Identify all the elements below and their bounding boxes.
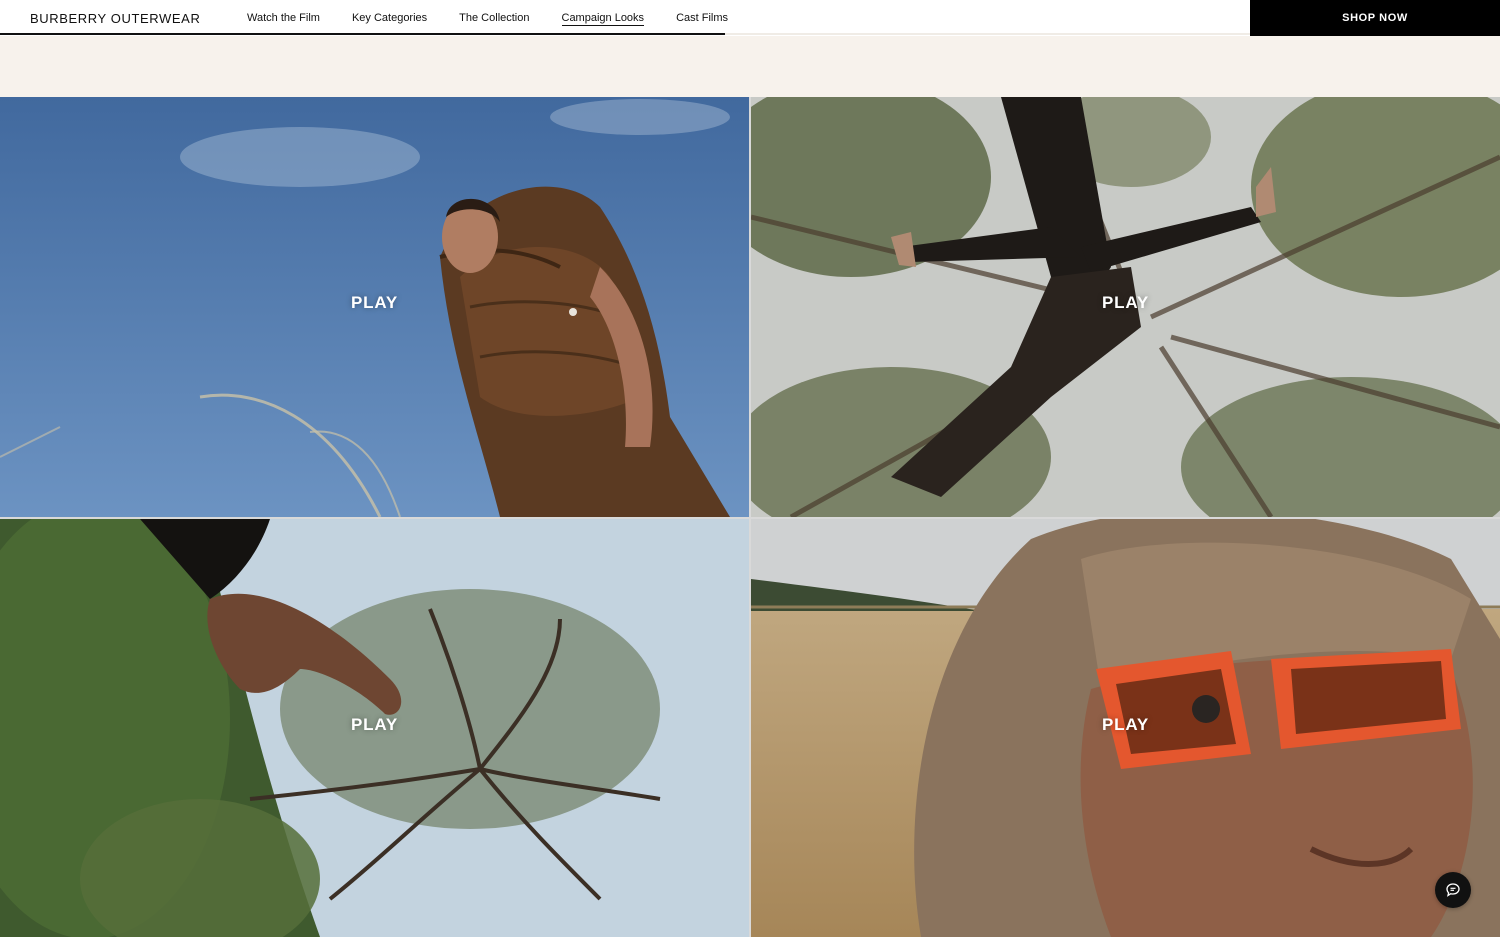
nav-item-key-categories[interactable]: Key Categories	[352, 0, 427, 36]
video-tile-2[interactable]: PLAY	[751, 97, 1500, 517]
chat-button[interactable]	[1435, 872, 1471, 908]
play-label-2[interactable]: PLAY	[751, 293, 1500, 313]
chat-bubble-icon	[1446, 883, 1460, 897]
play-label-3[interactable]: PLAY	[0, 715, 749, 735]
video-tile-4[interactable]: PLAY	[751, 519, 1500, 937]
nav-item-watch-the-film[interactable]: Watch the Film	[247, 0, 320, 36]
top-navigation-bar: BURBERRY OUTERWEAR Watch the Film Key Ca…	[0, 0, 1500, 36]
brand-logo[interactable]: BURBERRY OUTERWEAR	[30, 11, 200, 26]
nav-item-campaign-looks[interactable]: Campaign Looks	[561, 0, 645, 36]
campaign-looks-grid: PLAY PLAY PLAY PLAY	[0, 97, 1500, 937]
nav-item-the-collection[interactable]: The Collection	[459, 0, 529, 36]
section-spacer	[0, 36, 1500, 97]
shop-now-button[interactable]: SHOP NOW	[1250, 0, 1500, 36]
video-tile-3[interactable]: PLAY	[0, 519, 749, 937]
section-nav: Watch the Film Key Categories The Collec…	[247, 0, 760, 36]
play-label-4[interactable]: PLAY	[751, 715, 1500, 735]
nav-item-cast-films[interactable]: Cast Films	[676, 0, 728, 36]
video-tile-1[interactable]: PLAY	[0, 97, 749, 517]
play-label-1[interactable]: PLAY	[0, 293, 749, 313]
scroll-progress-fill	[0, 33, 725, 35]
scroll-progress-bar	[0, 33, 1250, 35]
